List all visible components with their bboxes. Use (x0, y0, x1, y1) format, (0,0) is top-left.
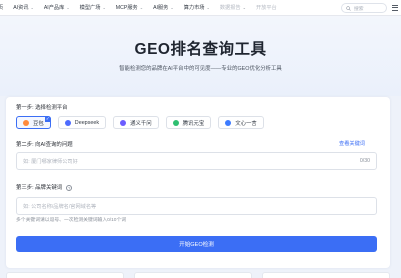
step3-label: 第三步: 品牌关键词 (16, 185, 63, 191)
brand-placeholder: 如: 公司名称/品牌名/官网域名等 (23, 203, 97, 210)
page-subtitle: 智能检测您的品牌在AI平台中的可见度——专业的GEO优化分析工具 (119, 66, 282, 72)
nav-item-label: 页 (0, 5, 4, 11)
nav-menu: 页 AI资讯 ⌄ AI产品库 ⌄ 模型广场 ⌄ MCP服务 ⌄ AI服务 ⌄ 算力市场 ⌄ 数据报告 ⌄ 开放… (0, 4, 287, 11)
platform-logo-icon (120, 119, 127, 126)
chevron-down-icon: ⌄ (206, 5, 210, 10)
platform-option[interactable]: 腾讯元宝 (165, 116, 212, 129)
help-icon[interactable]: ? (66, 184, 73, 191)
step2-label: 第二步: 向AI查询的问题 (16, 142, 73, 148)
nav-item[interactable]: 模型广场 ⌄ (80, 4, 106, 11)
platform-label: 豆包 (33, 120, 44, 127)
brand-keyword-input[interactable]: 如: 公司名称/品牌名/官网域名等 (16, 197, 377, 215)
nav-item-label: 数据报告 (219, 5, 241, 11)
nav-item-label: AI产品库 (43, 5, 65, 11)
search-placeholder: 搜索 (354, 6, 364, 12)
top-nav: 页 AI资讯 ⌄ AI产品库 ⌄ 模型广场 ⌄ MCP服务 ⌄ AI服务 ⌄ 算力市场 ⌄ 数据报告 ⌄ 开放… (0, 0, 401, 16)
page-title: GEO排名查询工具 (134, 41, 267, 58)
geo-check-form: 第一步: 选择检测平台 豆包 ✓ Deepseek 通义千问 腾讯元宝 文心一言 第二步:… (6, 97, 390, 268)
nav-item-label: 模型广场 (79, 5, 101, 11)
platform-label: 文心一言 (235, 120, 257, 127)
platform-logo-icon (225, 119, 232, 126)
nav-item-label: MCP服务 (115, 5, 138, 11)
platform-label: 腾讯元宝 (182, 120, 205, 127)
chevron-down-icon: ⌄ (242, 5, 246, 10)
platform-option[interactable]: Deepseek (57, 116, 107, 129)
start-detection-button[interactable]: 开始GEO检测 (16, 236, 377, 252)
chevron-down-icon: ⌄ (66, 5, 70, 10)
question-input[interactable]: 如: 厦门哪家律师公司好 0/30 (16, 152, 377, 170)
nav-item[interactable]: 页 (0, 4, 3, 11)
nav-item[interactable]: 算力市场 ⌄ (184, 4, 210, 11)
info-card (134, 272, 252, 278)
nav-item[interactable]: 数据报告 ⌄ (220, 4, 246, 11)
chevron-down-icon: ⌄ (102, 5, 106, 10)
info-card (6, 272, 124, 278)
hamburger-menu-icon[interactable] (391, 4, 399, 12)
checkmark-icon: ✓ (44, 116, 51, 122)
keyword-hint: 多个关键词请以逗号、一次检测关键词输入0/10个词 (16, 218, 127, 223)
view-keywords-link[interactable]: 查看关键词 (339, 140, 365, 147)
chevron-down-icon: ⌄ (139, 5, 144, 10)
nav-item[interactable]: AI资讯 ⌄ (13, 4, 34, 11)
nav-item[interactable]: MCP服务 ⌄ (116, 4, 143, 11)
platform-logo-icon (64, 119, 71, 126)
info-card (262, 272, 390, 278)
nav-item-label: 算力市场 (183, 5, 205, 11)
platform-label: Deepseek (74, 119, 100, 126)
platform-option[interactable]: 通义千问 (113, 116, 159, 129)
nav-item[interactable]: AI产品库 ⌄ (44, 4, 70, 11)
nav-item-label: 开放平台 (255, 5, 277, 11)
platform-option[interactable]: 文心一言 (218, 116, 264, 129)
platform-selector: 豆包 ✓ Deepseek 通义千问 腾讯元宝 文心一言 (16, 116, 271, 129)
nav-item[interactable]: 开放平台 (256, 4, 277, 11)
nav-search-input[interactable]: 搜索 (341, 3, 387, 13)
nav-item-label: AI资讯 (13, 5, 29, 11)
platform-logo-icon (23, 119, 29, 126)
platform-option[interactable]: 豆包 ✓ (16, 116, 51, 129)
nav-item-label: AI服务 (153, 5, 169, 11)
step3-label-row: 第三步: 品牌关键词? (16, 183, 73, 191)
platform-label: 通义千问 (130, 120, 152, 127)
chevron-down-icon: ⌄ (30, 5, 34, 10)
chevron-down-icon: ⌄ (170, 5, 174, 10)
question-placeholder: 如: 厦门哪家律师公司好 (23, 158, 78, 165)
step1-label: 第一步: 选择检测平台 (16, 105, 68, 111)
question-char-counter: 0/30 (359, 158, 370, 164)
search-icon (346, 5, 351, 11)
platform-logo-icon (172, 119, 179, 126)
nav-item[interactable]: AI服务 ⌄ (153, 4, 174, 11)
